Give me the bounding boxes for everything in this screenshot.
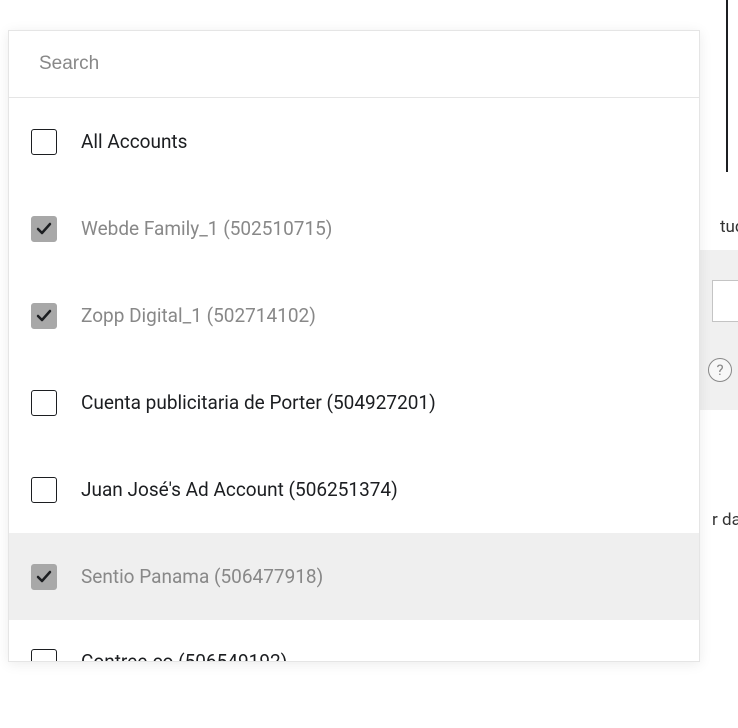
option-label: All Accounts <box>81 130 187 153</box>
option-account[interactable]: Juan José's Ad Account (506251374) <box>9 446 699 533</box>
option-all-accounts[interactable]: All Accounts <box>9 98 699 185</box>
bg-input-fragment <box>712 280 738 322</box>
option-label: Contree-co (506549192) <box>81 650 287 661</box>
search-row <box>9 31 699 98</box>
checkbox[interactable] <box>31 216 57 242</box>
option-label: Juan José's Ad Account (506251374) <box>81 478 398 501</box>
check-icon <box>35 307 53 325</box>
option-account[interactable]: Cuenta publicitaria de Porter (504927201… <box>9 359 699 446</box>
check-icon <box>35 568 53 586</box>
help-icon-label: ? <box>716 361 723 379</box>
checkbox-all[interactable] <box>31 129 57 155</box>
option-label: Cuenta publicitaria de Porter (504927201… <box>81 391 436 414</box>
option-account[interactable]: Zopp Digital_1 (502714102) <box>9 272 699 359</box>
check-icon <box>35 220 53 238</box>
option-label: Sentio Panama (506477918) <box>81 565 323 588</box>
option-account[interactable]: Webde Family_1 (502510715) <box>9 185 699 272</box>
bg-text-fragment: r dat <box>712 510 738 530</box>
checkbox[interactable] <box>31 564 57 590</box>
checkbox[interactable] <box>31 649 57 661</box>
bg-gray-panel <box>700 250 738 410</box>
checkbox[interactable] <box>31 477 57 503</box>
checkbox[interactable] <box>31 303 57 329</box>
option-account[interactable]: Sentio Panama (506477918) <box>9 533 699 620</box>
option-account[interactable]: Contree-co (506549192) <box>9 620 699 661</box>
account-dropdown: All Accounts Webde Family_1 (502510715) … <box>8 30 700 662</box>
bg-text-fragment: tud <box>720 217 738 237</box>
help-icon[interactable]: ? <box>708 358 732 382</box>
option-label: Zopp Digital_1 (502714102) <box>81 304 316 327</box>
option-label: Webde Family_1 (502510715) <box>81 217 332 240</box>
search-input[interactable] <box>9 31 699 97</box>
checkbox[interactable] <box>31 390 57 416</box>
bg-line <box>726 0 728 172</box>
options-list: All Accounts Webde Family_1 (502510715) … <box>9 98 699 661</box>
